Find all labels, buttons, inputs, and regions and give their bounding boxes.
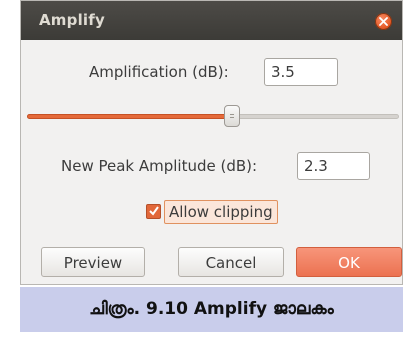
- allow-clipping-checkbox[interactable]: [146, 204, 161, 219]
- grip-icon: [229, 114, 234, 115]
- title-bar[interactable]: Amplify: [21, 1, 402, 40]
- close-icon[interactable]: [375, 13, 392, 30]
- preview-button[interactable]: Preview: [41, 247, 145, 277]
- new-peak-label: New Peak Amplitude (dB):: [61, 157, 258, 175]
- figure-caption: ചിത്രം. 9.10 Amplify ജാലകം: [20, 287, 403, 332]
- amplification-slider-handle[interactable]: [223, 105, 240, 127]
- window-title: Amplify: [39, 11, 105, 29]
- cancel-button[interactable]: Cancel: [178, 247, 284, 277]
- amplify-dialog: Amplify Amplification (dB): New Peak Amp…: [20, 0, 403, 285]
- new-peak-input[interactable]: [297, 152, 370, 180]
- ok-button[interactable]: OK: [296, 247, 402, 277]
- amplification-slider-fill: [27, 114, 232, 119]
- allow-clipping-label[interactable]: Allow clipping: [164, 200, 278, 224]
- amplification-input[interactable]: [264, 58, 338, 86]
- amplification-label: Amplification (dB):: [89, 63, 229, 81]
- check-icon: [149, 206, 159, 216]
